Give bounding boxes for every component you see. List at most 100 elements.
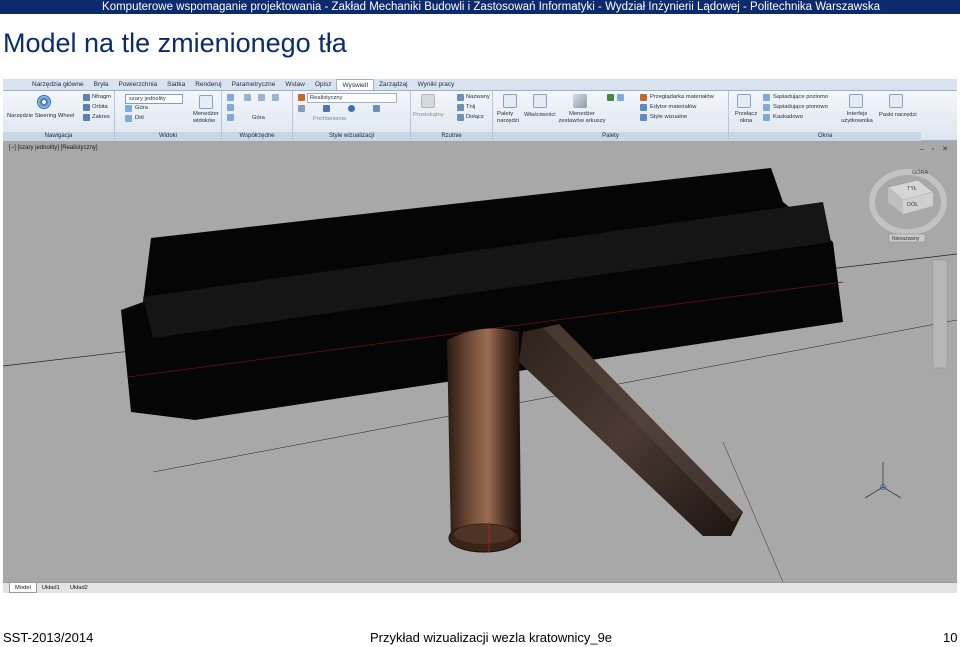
tool-palettes-button[interactable]: Palety narzędzi bbox=[497, 111, 525, 125]
panel-views: szary jednolity Góra Dół Menedżer widokó… bbox=[115, 91, 222, 141]
panel-label: Style wizualizacji bbox=[293, 132, 410, 141]
footer-caption: Przykład wizualizacji wezla kratownicy_9… bbox=[370, 630, 613, 645]
visual-style-dropdown[interactable]: Realistyczny bbox=[307, 93, 397, 103]
ribbon-tab[interactable]: Wyniki pracy bbox=[413, 79, 460, 90]
window-controls[interactable]: – ▫ ✕ bbox=[920, 145, 951, 153]
ucs-top-dropdown[interactable]: Góra bbox=[252, 114, 265, 122]
tile-horizontal-button[interactable]: Sąsiadujące poziomo bbox=[773, 93, 828, 101]
visual-styles-button[interactable]: Style wizualne bbox=[650, 113, 687, 121]
panel-label: Widoki bbox=[115, 132, 221, 141]
panel-projections: Prostokątny Nazwany Tnij Dołącz Rzutnie bbox=[411, 91, 493, 141]
ribbon: Narzędzie Steering Wheel Nfragm Orbita Z… bbox=[3, 91, 957, 141]
ucs-icon[interactable] bbox=[227, 94, 234, 101]
join-icon[interactable] bbox=[457, 114, 464, 121]
tile-vertical-button[interactable]: Sąsiadujące pionowo bbox=[773, 103, 828, 111]
properties-icon[interactable] bbox=[533, 94, 547, 108]
top-view-button[interactable]: Góra bbox=[135, 104, 148, 112]
edges-dropdown[interactable]: Pochłaniania bbox=[313, 115, 346, 123]
cascade-button[interactable]: Kaskadowo bbox=[773, 113, 803, 121]
switch-windows-icon[interactable] bbox=[737, 94, 751, 108]
orbit-button[interactable]: Orbita bbox=[92, 103, 108, 111]
steering-wheel-icon[interactable] bbox=[37, 95, 51, 109]
bottom-view-button[interactable]: Dół bbox=[135, 114, 144, 122]
ucs-origin-icon bbox=[864, 462, 902, 499]
diagonal-brace bbox=[519, 324, 743, 536]
drawing-viewport[interactable]: GÓRA TYŁ DÓŁ Nienazwany [−] [szary jedno… bbox=[3, 142, 957, 582]
clip-icon[interactable] bbox=[457, 104, 464, 111]
ucs-z-icon[interactable] bbox=[272, 94, 279, 101]
slide-title: Model na tle zmienionego tła bbox=[3, 28, 347, 58]
dbconnect-icon[interactable] bbox=[617, 94, 624, 101]
autocad-screenshot: Narzędzia główne Bryła Powierzchnia Siatka R… bbox=[3, 79, 957, 593]
named-viewport-button[interactable]: Nazwany bbox=[466, 93, 490, 101]
user-interface-icon[interactable] bbox=[849, 94, 863, 108]
layout-tab[interactable]: Model bbox=[9, 583, 37, 593]
materials-browser-button[interactable]: Przeglądarka materiałów bbox=[650, 93, 714, 101]
orbit-icon[interactable] bbox=[83, 104, 90, 111]
properties-button[interactable]: Właściwości bbox=[524, 111, 556, 119]
bottom-view-icon[interactable] bbox=[125, 115, 132, 122]
ribbon-tab[interactable]: Bryła bbox=[89, 79, 114, 90]
ucs-x-icon[interactable] bbox=[244, 94, 251, 101]
navigation-bar[interactable] bbox=[932, 259, 948, 369]
panel-windows: Przełącz okna Sąsiadujące poziomo Sąsiad… bbox=[729, 91, 921, 141]
panel-label: Nawigacja bbox=[3, 132, 114, 141]
clip-button[interactable]: Tnij bbox=[466, 103, 475, 111]
panel-visual-styles: Realistyczny Pochłaniania Style wizualiz… bbox=[293, 91, 411, 141]
ribbon-tab[interactable]: Wstaw bbox=[280, 79, 310, 90]
rectangular-viewport-icon[interactable] bbox=[421, 94, 435, 108]
shadow-icon[interactable] bbox=[348, 105, 355, 112]
vertical-pipe bbox=[447, 328, 521, 553]
tool-palettes-icon[interactable] bbox=[503, 94, 517, 108]
sheet-set-button[interactable]: Menedżer zestawów arkuszy bbox=[557, 111, 607, 125]
view-style-dropdown[interactable]: szary jednolity bbox=[125, 94, 183, 104]
footer-course: SST-2013/2014 bbox=[3, 630, 94, 645]
panel-coordinates: Góra Współrzędne bbox=[222, 91, 293, 141]
switch-windows-button[interactable]: Przełącz okna bbox=[733, 111, 759, 125]
materials-browser-icon[interactable] bbox=[607, 94, 614, 101]
named-viewport-icon[interactable] bbox=[457, 94, 464, 101]
view-manager-icon[interactable] bbox=[199, 95, 213, 109]
ucs-y-icon[interactable] bbox=[258, 94, 265, 101]
ucs-view-icon[interactable] bbox=[227, 114, 234, 121]
edge-icon[interactable] bbox=[298, 105, 305, 112]
tile-vertical-icon bbox=[763, 104, 770, 111]
ribbon-tabs: Narzędzia główne Bryła Powierzchnia Siatka R… bbox=[3, 79, 957, 91]
user-interface-button[interactable]: Interfejs użytkownika bbox=[841, 111, 873, 125]
ribbon-tab[interactable]: Powierzchnia bbox=[113, 79, 162, 90]
color-icon[interactable] bbox=[323, 105, 330, 112]
viewport-label[interactable]: [−] [szary jednolity] [Realistyczny] bbox=[9, 145, 98, 151]
ribbon-tab[interactable]: Zarządzaj bbox=[374, 79, 413, 90]
zoom-extents-button[interactable]: Zakres bbox=[92, 113, 110, 121]
panel-label: Rzutnie bbox=[411, 132, 492, 141]
ribbon-tab[interactable]: Wyświetl bbox=[336, 79, 375, 90]
materials-browser-small-icon bbox=[640, 94, 647, 101]
viewcube-back-label: TYŁ bbox=[907, 186, 917, 192]
zoom-extents-icon[interactable] bbox=[83, 114, 90, 121]
ribbon-tab[interactable]: Parametryczne bbox=[227, 79, 281, 90]
sheet-set-icon[interactable] bbox=[573, 94, 587, 108]
join-button[interactable]: Dołącz bbox=[466, 113, 484, 121]
materials-editor-button[interactable]: Edytor materiałów bbox=[650, 103, 696, 111]
layout-tab[interactable]: Układ2 bbox=[65, 583, 93, 593]
pan-icon[interactable] bbox=[83, 94, 90, 101]
toolbars-button[interactable]: Paski narzędzi bbox=[879, 111, 917, 119]
pan-button[interactable]: Nfragm bbox=[92, 93, 111, 101]
rectangular-viewport-button[interactable]: Prostokątny bbox=[413, 111, 444, 119]
ribbon-tab[interactable]: Renderuj bbox=[190, 79, 226, 90]
light-icon[interactable] bbox=[373, 105, 380, 112]
layout-tabs: Model Układ1 Układ2 bbox=[3, 582, 957, 593]
ucs-world-icon[interactable] bbox=[227, 104, 234, 111]
viewcube-top-label: GÓRA bbox=[912, 169, 929, 176]
ribbon-tab[interactable]: Narzędzia główne bbox=[27, 79, 89, 90]
ribbon-tab[interactable]: Siatka bbox=[162, 79, 190, 90]
layout-tab[interactable]: Układ1 bbox=[37, 583, 65, 593]
page-number: 10 bbox=[943, 630, 958, 645]
ribbon-tab[interactable]: Opisz bbox=[310, 79, 337, 90]
view-manager-button[interactable]: Menedżer widoków bbox=[193, 111, 223, 125]
named-view-label: Nienazwany bbox=[892, 236, 920, 242]
steering-wheel-button[interactable]: Narzędzie Steering Wheel bbox=[7, 112, 74, 120]
toolbars-icon[interactable] bbox=[889, 94, 903, 108]
top-view-icon[interactable] bbox=[125, 105, 132, 112]
panel-label: Okna bbox=[729, 132, 921, 141]
